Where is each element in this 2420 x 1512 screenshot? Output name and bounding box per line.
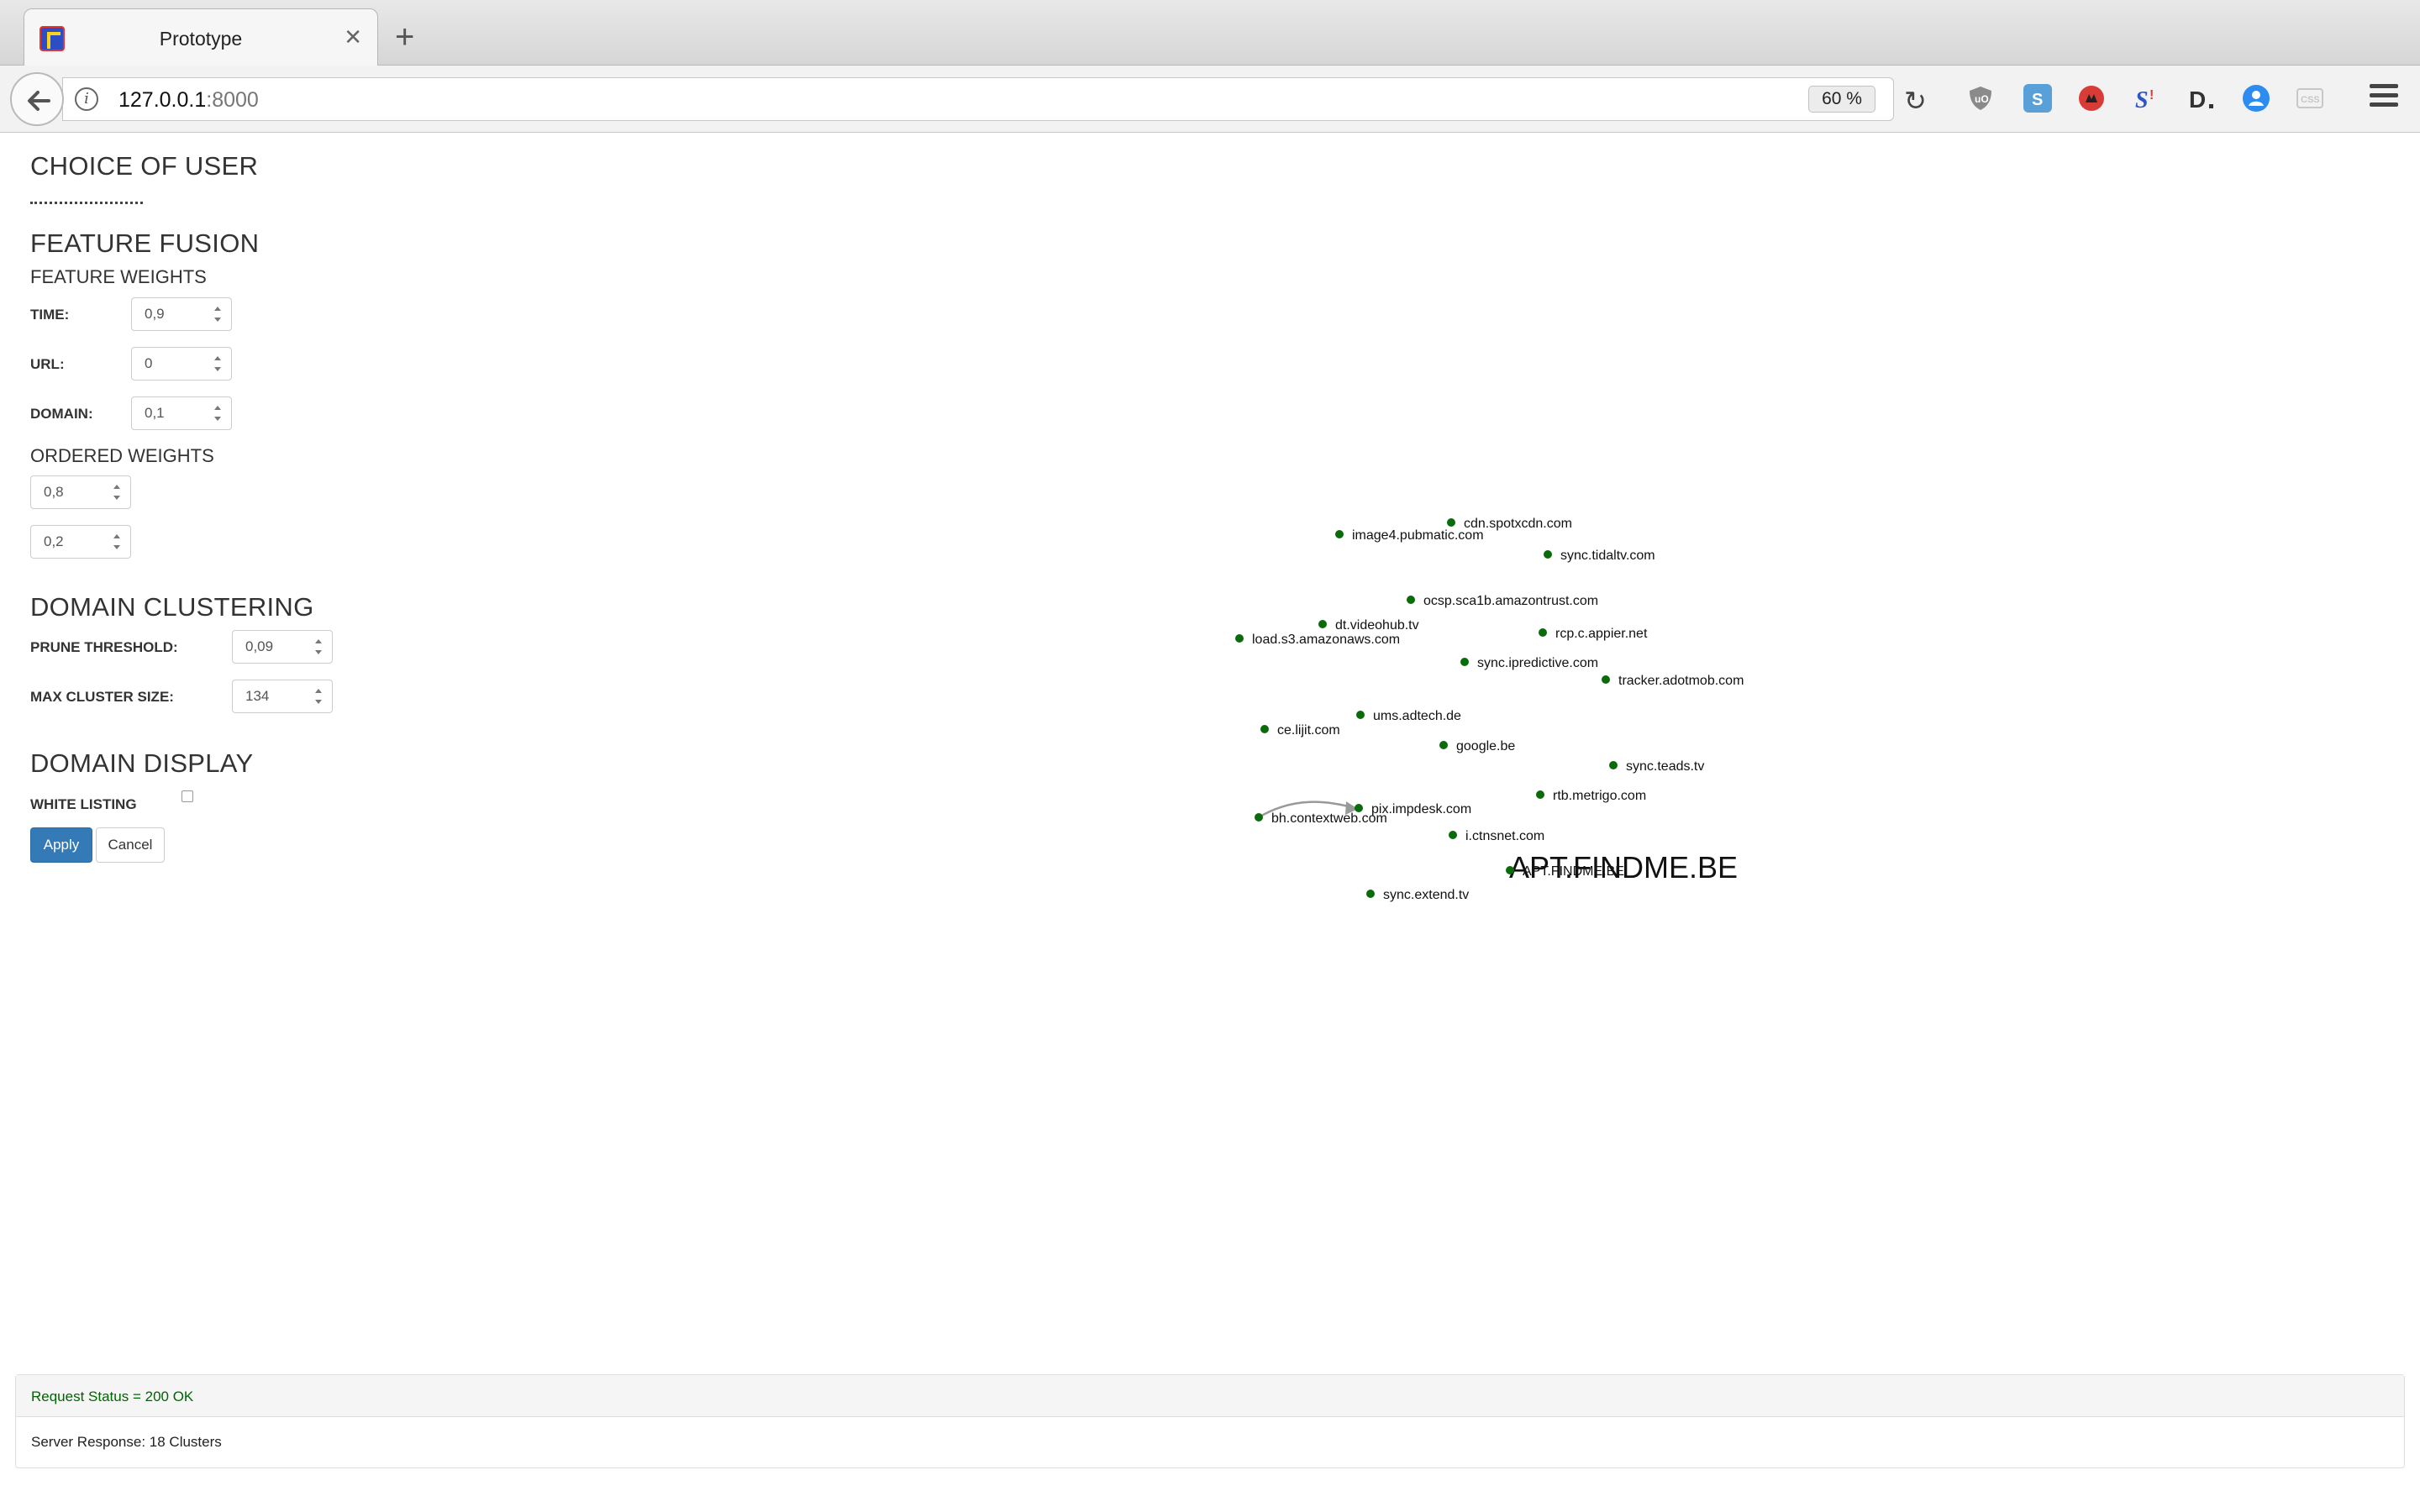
graph-node-label: dt.videohub.tv xyxy=(1335,618,1419,633)
graph-node-dot[interactable] xyxy=(1235,634,1244,643)
svg-text:S: S xyxy=(2135,87,2149,113)
svg-text:CSS: CSS xyxy=(2301,95,2320,105)
reload-icon[interactable]: ↻ xyxy=(1904,87,1927,114)
graph-node[interactable]: rcp.c.appier.net xyxy=(1539,627,1648,641)
graph-node-label: bh.contextweb.com xyxy=(1271,811,1387,826)
graph-node-label: sync.teads.tv xyxy=(1626,759,1704,774)
graph-node-dot[interactable] xyxy=(1335,530,1344,538)
svg-text:S: S xyxy=(2032,91,2043,109)
graph-node-label: ums.adtech.de xyxy=(1373,709,1461,723)
graph-node[interactable]: dt.videohub.tv xyxy=(1318,618,1419,633)
graph-node-label: sync.extend.tv xyxy=(1383,888,1469,902)
graph-node[interactable]: google.be xyxy=(1439,739,1515,753)
browser-nav-bar: i 127.0.0.1:8000 60 % ↻ uO S S! D CSS xyxy=(0,66,2420,133)
graph-node-dot[interactable] xyxy=(1609,761,1618,769)
graph-node[interactable]: sync.ipredictive.com xyxy=(1460,656,1598,670)
server-response-text: Server Response: 18 Clusters xyxy=(31,1434,222,1450)
graph-node-label: APT.FINDME.BE xyxy=(1523,864,1624,879)
graph-node-label: i.ctnsnet.com xyxy=(1465,829,1544,843)
graph-node-dot[interactable] xyxy=(1447,518,1455,527)
tab-title: Prototype xyxy=(159,28,243,50)
graph-node-dot[interactable] xyxy=(1356,711,1365,719)
graph-node-dot[interactable] xyxy=(1539,628,1547,637)
status-panel-heading: Request Status = 200 OK xyxy=(16,1375,2404,1417)
graph-node-dot[interactable] xyxy=(1506,866,1514,874)
profile-extension-icon[interactable] xyxy=(2242,84,2270,113)
graph-node-label: rcp.c.appier.net xyxy=(1555,627,1648,641)
s-bold-extension-icon[interactable]: S! xyxy=(2133,84,2161,113)
graph-node-dot[interactable] xyxy=(1449,831,1457,839)
graph-node[interactable]: tracker.adotmob.com xyxy=(1602,674,1744,688)
url-port: :8000 xyxy=(206,88,259,112)
browser-tab[interactable]: Prototype ✕ xyxy=(24,8,378,67)
graph-nodes: cdn.spotxcdn.comimage4.pubmatic.comsync.… xyxy=(1235,517,1744,902)
ublock-extension-icon[interactable]: uO xyxy=(1966,84,1995,113)
svg-text:!: ! xyxy=(2149,88,2154,102)
graph-node-label: load.s3.amazonaws.com xyxy=(1252,633,1400,647)
d-extension-icon[interactable]: D xyxy=(2186,84,2215,113)
graph-node[interactable]: sync.tidaltv.com xyxy=(1544,549,1655,563)
close-tab-icon[interactable]: ✕ xyxy=(344,24,362,50)
graph-node-dot[interactable] xyxy=(1255,813,1263,822)
graph-node-label: image4.pubmatic.com xyxy=(1352,528,1484,543)
graph-node[interactable]: i.ctnsnet.com xyxy=(1449,829,1544,843)
graph-node-dot[interactable] xyxy=(1407,596,1415,604)
site-info-icon[interactable]: i xyxy=(75,87,98,111)
graph-node-label: sync.tidaltv.com xyxy=(1560,549,1655,563)
graph-node[interactable]: load.s3.amazonaws.com xyxy=(1235,633,1400,647)
graph-node[interactable]: sync.extend.tv xyxy=(1366,888,1469,902)
graph-node-label: sync.ipredictive.com xyxy=(1477,656,1598,670)
page-content: CHOICE OF USER FEATURE FUSION FEATURE WE… xyxy=(0,133,2420,1512)
graph-node[interactable]: ce.lijit.com xyxy=(1260,723,1340,738)
domain-cluster-graph[interactable]: APT.FINDME.BE cdn.spotxcdn.comimage4.pub… xyxy=(0,133,2420,1225)
graph-node-dot[interactable] xyxy=(1260,725,1269,733)
graph-node[interactable]: rtb.metrigo.com xyxy=(1536,789,1646,803)
graph-node-dot[interactable] xyxy=(1544,550,1552,559)
address-bar[interactable]: i 127.0.0.1:8000 xyxy=(62,77,1894,121)
url-text[interactable]: 127.0.0.1:8000 xyxy=(118,88,259,113)
graph-node-label: tracker.adotmob.com xyxy=(1618,674,1744,688)
graph-node[interactable]: APT.FINDME.BE xyxy=(1506,864,1624,879)
graph-node-dot[interactable] xyxy=(1460,658,1469,666)
back-arrow-icon xyxy=(28,91,50,111)
browser-tab-strip: Prototype ✕ + xyxy=(0,0,2420,67)
graph-node[interactable]: bh.contextweb.com xyxy=(1255,811,1387,826)
graph-node-dot[interactable] xyxy=(1602,675,1610,684)
graph-node-label: ce.lijit.com xyxy=(1277,723,1340,738)
graph-node-dot[interactable] xyxy=(1439,741,1448,749)
svg-text:D: D xyxy=(2189,87,2206,113)
graph-node-dot[interactable] xyxy=(1366,890,1375,898)
graph-node-dot[interactable] xyxy=(1318,620,1327,628)
graph-node-dot[interactable] xyxy=(1536,790,1544,799)
hamburger-menu-icon[interactable] xyxy=(2370,84,2398,109)
status-panel: Request Status = 200 OK Server Response:… xyxy=(15,1374,2405,1468)
graph-node-label: rtb.metrigo.com xyxy=(1553,789,1646,803)
graph-node[interactable]: ocsp.sca1b.amazontrust.com xyxy=(1407,594,1598,608)
graph-node[interactable]: ums.adtech.de xyxy=(1356,709,1461,723)
request-status-text: Request Status = 200 OK xyxy=(31,1389,194,1404)
graph-node-label: google.be xyxy=(1456,739,1515,753)
css-extension-icon[interactable]: CSS xyxy=(2296,84,2324,113)
graph-node-label: ocsp.sca1b.amazontrust.com xyxy=(1423,594,1598,608)
new-tab-icon[interactable]: + xyxy=(395,20,414,54)
graph-node[interactable]: sync.teads.tv xyxy=(1609,759,1704,774)
red-extension-icon[interactable] xyxy=(2077,84,2106,113)
s-extension-icon[interactable]: S xyxy=(2023,84,2052,113)
svg-text:uO: uO xyxy=(1975,93,1989,105)
graph-node[interactable]: image4.pubmatic.com xyxy=(1335,528,1484,543)
zoom-level-badge[interactable]: 60 % xyxy=(1808,86,1876,113)
url-host: 127.0.0.1 xyxy=(118,88,207,112)
back-button[interactable] xyxy=(10,72,64,126)
